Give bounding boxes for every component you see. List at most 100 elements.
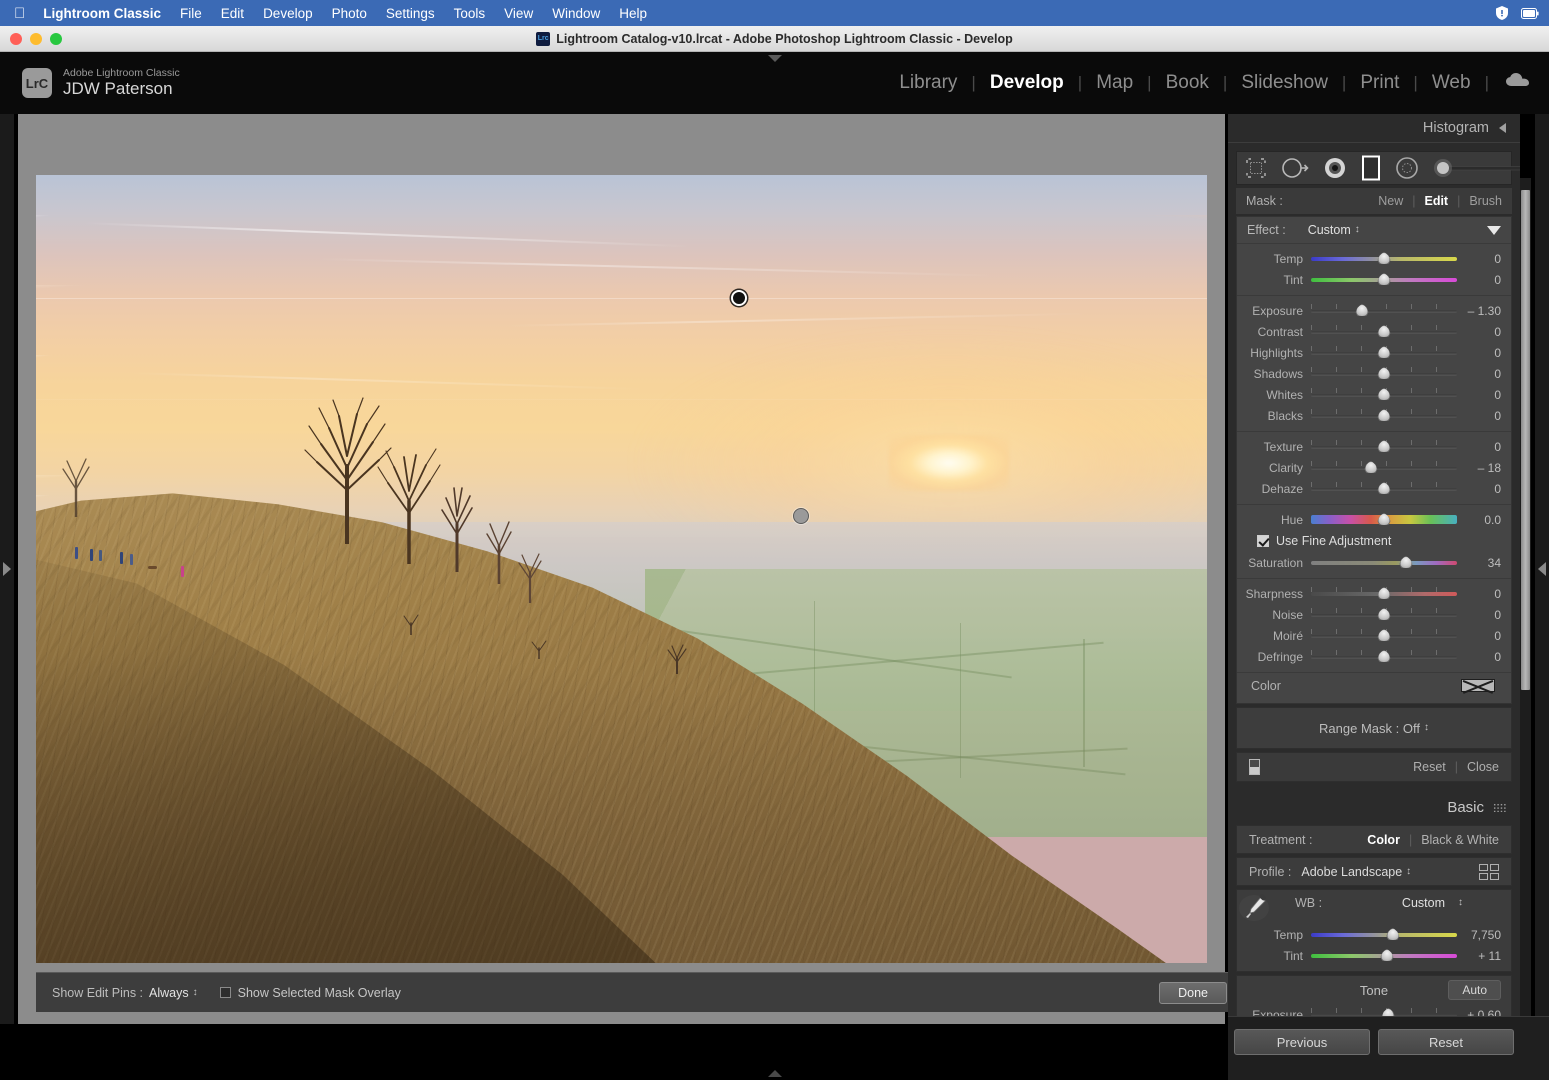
- slider-value[interactable]: 7,750: [1457, 928, 1501, 942]
- reset-button[interactable]: Reset: [1378, 1029, 1514, 1055]
- slider-knob[interactable]: [1386, 927, 1400, 940]
- slider-blacks[interactable]: Blacks 0: [1237, 405, 1511, 426]
- chevron-updown-icon[interactable]: ↕: [1406, 866, 1411, 877]
- auto-tone-button[interactable]: Auto: [1448, 980, 1501, 1000]
- slider-value[interactable]: – 1.30: [1457, 304, 1501, 318]
- menu-item-file[interactable]: File: [180, 6, 202, 21]
- slider-tint[interactable]: Tint + 11: [1237, 945, 1511, 966]
- slider-knob[interactable]: [1377, 251, 1391, 264]
- slider-defringe[interactable]: Defringe 0: [1237, 646, 1511, 667]
- slider-highlights[interactable]: Highlights 0: [1237, 342, 1511, 363]
- mask-option-edit[interactable]: Edit: [1424, 194, 1448, 208]
- brush-circle-icon[interactable]: [1395, 156, 1419, 180]
- scrollbar-thumb[interactable]: [1521, 190, 1530, 690]
- right-panel-scrollbar[interactable]: [1520, 178, 1531, 1024]
- slider-track-area[interactable]: [1311, 439, 1457, 454]
- menu-item-tools[interactable]: Tools: [454, 6, 486, 21]
- slider-value[interactable]: 0: [1457, 325, 1501, 339]
- effect-value[interactable]: Custom: [1308, 223, 1351, 237]
- slider-sharpness[interactable]: Sharpness 0: [1237, 583, 1511, 604]
- profile-value[interactable]: Adobe Landscape: [1301, 865, 1402, 879]
- slider-texture[interactable]: Texture 0: [1237, 436, 1511, 457]
- graduated-filter-icon[interactable]: [1281, 157, 1309, 179]
- battery-icon[interactable]: [1521, 4, 1539, 22]
- slider-knob[interactable]: [1380, 948, 1394, 961]
- radial-filter-icon[interactable]: [1323, 156, 1347, 180]
- menu-item-help[interactable]: Help: [619, 6, 647, 21]
- triangle-down-icon[interactable]: [1487, 225, 1501, 235]
- slider-value[interactable]: 0: [1457, 367, 1501, 381]
- slider-track-area[interactable]: [1311, 512, 1457, 527]
- slider-track-area[interactable]: [1311, 649, 1457, 664]
- chevron-updown-icon[interactable]: ↕: [193, 987, 198, 998]
- menu-item-settings[interactable]: Settings: [386, 6, 435, 21]
- slider-tint[interactable]: Tint 0: [1237, 269, 1511, 290]
- profile-browser-icon[interactable]: [1479, 863, 1499, 880]
- slider-track[interactable]: [1311, 560, 1457, 565]
- slider-value[interactable]: 0: [1457, 346, 1501, 360]
- slider-track-area[interactable]: [1311, 927, 1457, 942]
- slider-value[interactable]: 0: [1457, 388, 1501, 402]
- mask-option-new[interactable]: New: [1378, 194, 1403, 208]
- slider-contrast[interactable]: Contrast 0: [1237, 321, 1511, 342]
- show-edit-pins-dropdown[interactable]: Always: [149, 986, 189, 1000]
- slider-track-area[interactable]: [1311, 272, 1457, 287]
- menu-item-lightroom-classic[interactable]: Lightroom Classic: [43, 6, 161, 21]
- white-balance-eyedropper-icon[interactable]: [1237, 890, 1271, 924]
- slider-value[interactable]: 0: [1457, 273, 1501, 287]
- linear-gradient-icon[interactable]: [1361, 155, 1381, 181]
- show-mask-overlay-checkbox[interactable]: [219, 987, 231, 998]
- slider-track-area[interactable]: [1311, 481, 1457, 496]
- slider-track-area[interactable]: [1311, 366, 1457, 381]
- mask-reset-button[interactable]: Reset: [1413, 760, 1446, 774]
- module-print[interactable]: Print: [1346, 72, 1413, 94]
- slider-saturation[interactable]: Saturation 34: [1237, 552, 1511, 573]
- slider-value[interactable]: – 18: [1457, 461, 1501, 475]
- slider-value[interactable]: 34: [1457, 556, 1501, 570]
- slider-track-area[interactable]: [1311, 324, 1457, 339]
- slider-track-area[interactable]: [1311, 586, 1457, 601]
- module-slideshow[interactable]: Slideshow: [1227, 72, 1342, 94]
- shield-lock-icon[interactable]: [1493, 4, 1511, 22]
- cloud-icon[interactable]: [1505, 72, 1531, 94]
- slider-temp[interactable]: Temp 0: [1237, 248, 1511, 269]
- slider-track-area[interactable]: [1311, 387, 1457, 402]
- basic-panel-header[interactable]: Basic: [1228, 792, 1520, 822]
- histogram-panel-header[interactable]: Histogram: [1228, 114, 1520, 142]
- range-mask-row[interactable]: Range Mask : Off ↕: [1236, 707, 1512, 749]
- slider-track-area[interactable]: [1311, 607, 1457, 622]
- panel-expand-right-icon[interactable]: [1535, 114, 1549, 1024]
- identity-plate[interactable]: LrC Adobe Lightroom Classic JDW Paterson: [0, 67, 180, 99]
- brush-size-slider[interactable]: [1431, 158, 1520, 178]
- slider-hue[interactable]: Hue 0.0: [1237, 509, 1511, 530]
- slider-track[interactable]: [1311, 466, 1457, 470]
- menu-item-edit[interactable]: Edit: [221, 6, 244, 21]
- slider-track-area[interactable]: [1311, 408, 1457, 423]
- slider-value[interactable]: 0: [1457, 440, 1501, 454]
- slider-value[interactable]: + 11: [1457, 949, 1501, 963]
- apple-icon[interactable]: : [14, 6, 25, 21]
- slider-track[interactable]: [1311, 932, 1457, 937]
- module-map[interactable]: Map: [1082, 72, 1147, 94]
- slider-value[interactable]: 0: [1457, 650, 1501, 664]
- slider-value[interactable]: 0: [1457, 252, 1501, 266]
- slider-dehaze[interactable]: Dehaze 0: [1237, 478, 1511, 499]
- use-fine-adjustment-checkbox[interactable]: [1257, 535, 1269, 547]
- slider-track-area[interactable]: [1311, 303, 1457, 318]
- before-after-switch-icon[interactable]: [1249, 759, 1260, 775]
- wb-value[interactable]: Custom: [1402, 896, 1445, 910]
- treatment-option-color[interactable]: Color: [1367, 833, 1400, 847]
- slider-value[interactable]: 0: [1457, 629, 1501, 643]
- active-edit-pin[interactable]: [730, 289, 747, 306]
- slider-shadows[interactable]: Shadows 0: [1237, 363, 1511, 384]
- menu-item-develop[interactable]: Develop: [263, 6, 313, 21]
- slider-clarity[interactable]: Clarity – 18: [1237, 457, 1511, 478]
- slider-exposure[interactable]: Exposure – 1.30: [1237, 300, 1511, 321]
- menu-item-view[interactable]: View: [504, 6, 533, 21]
- chevron-updown-icon[interactable]: ↕: [1355, 225, 1360, 235]
- slider-moir[interactable]: Moiré 0: [1237, 625, 1511, 646]
- slider-knob[interactable]: [1399, 555, 1413, 568]
- panel-collapse-bottom-icon[interactable]: [767, 1070, 782, 1077]
- mask-option-brush[interactable]: Brush: [1469, 194, 1502, 208]
- module-book[interactable]: Book: [1152, 72, 1223, 94]
